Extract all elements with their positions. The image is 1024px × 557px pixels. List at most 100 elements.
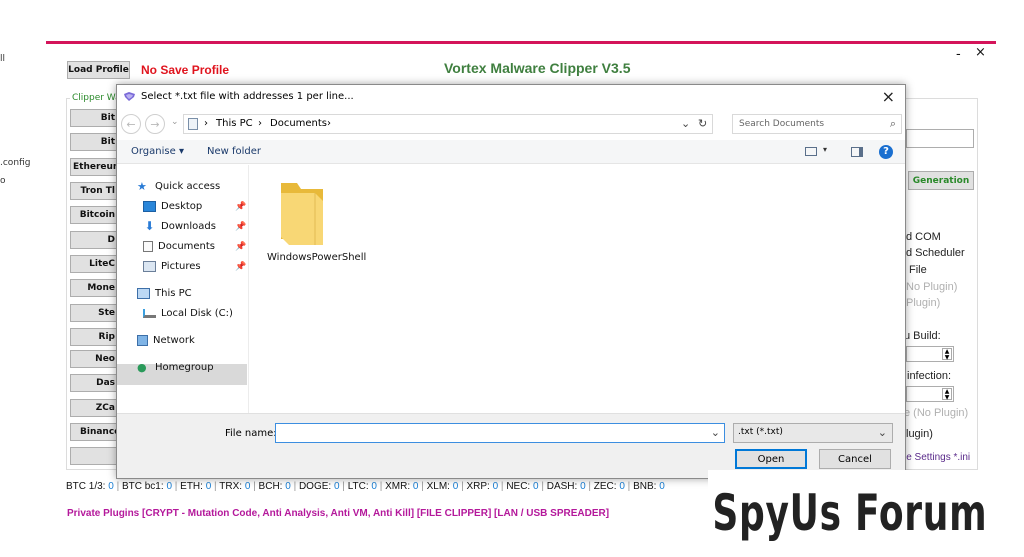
wallet-button-3[interactable]: Ethereum: [70, 158, 118, 176]
generation-button[interactable]: Generation: [908, 171, 974, 190]
minimize-button[interactable]: -: [956, 47, 961, 62]
back-icon[interactable]: ←: [121, 114, 141, 134]
wallet-button-13[interactable]: ZCa: [70, 399, 118, 417]
dropdown-chevron-icon[interactable]: ⌄: [681, 117, 690, 130]
nav-documents[interactable]: Documents: [143, 241, 215, 252]
folder-name-label[interactable]: WindowsPowerShell: [267, 252, 366, 264]
option-no-plugin-1: No Plugin): [906, 281, 958, 293]
nav-pictures[interactable]: Pictures: [143, 261, 201, 272]
option-no-plugin-2: e (No Plugin): [904, 407, 969, 419]
nav-downloads[interactable]: ⬇ Downloads: [143, 219, 216, 233]
download-arrow-icon: ⬇: [144, 219, 155, 233]
pin-icon[interactable]: 📌: [235, 242, 246, 252]
group-label: Clipper Wa: [70, 93, 123, 103]
status-label: LTC:: [347, 481, 369, 492]
infection-stepper[interactable]: ▲ ▼: [906, 386, 954, 402]
view-dropdown-icon[interactable]: ▾: [823, 145, 827, 154]
new-folder-button[interactable]: New folder: [207, 146, 261, 157]
wallet-button-6[interactable]: D: [70, 231, 118, 249]
star-icon: ★: [137, 180, 147, 193]
network-icon: [137, 335, 148, 346]
nav-label: Quick access: [155, 181, 221, 192]
chevron-down-icon[interactable]: ⌄: [878, 426, 887, 439]
search-box[interactable]: Search Documents ⌕: [732, 114, 902, 134]
cancel-button[interactable]: Cancel: [819, 449, 891, 469]
status-item: TRX: 0 |: [219, 481, 258, 492]
option-file[interactable]: File: [909, 264, 927, 276]
breadcrumb-this-pc[interactable]: This PC: [216, 118, 253, 129]
refresh-icon[interactable]: ↻: [698, 117, 707, 130]
right-input[interactable]: [906, 129, 974, 148]
accent-bar: [46, 41, 996, 44]
build-stepper[interactable]: ▲ ▼: [906, 346, 954, 362]
search-icon[interactable]: ⌕: [890, 117, 896, 131]
forum-watermark: SpyUs Forum: [708, 470, 987, 557]
nav-quick-access[interactable]: ★ Quick access: [137, 181, 220, 192]
pin-icon[interactable]: 📌: [235, 222, 246, 232]
settings-ini-link[interactable]: le Settings *.ini: [904, 452, 970, 463]
wallet-button-14[interactable]: Binance: [70, 423, 118, 441]
wallet-button-15[interactable]: [70, 447, 118, 465]
breadcrumb-documents[interactable]: Documents: [270, 118, 327, 129]
status-separator: |: [376, 481, 386, 492]
nav-this-pc[interactable]: This PC: [137, 288, 192, 299]
organise-menu[interactable]: Organise ▾: [131, 146, 184, 157]
stepper-arrows-icon[interactable]: ▲ ▼: [942, 348, 952, 361]
nav-local-disk[interactable]: Local Disk (C:): [143, 308, 233, 319]
wallet-button-12[interactable]: Das: [70, 374, 118, 392]
file-type-select[interactable]: .txt (*.txt) ⌄: [733, 423, 893, 443]
pin-icon[interactable]: 📌: [235, 262, 246, 272]
pin-icon[interactable]: 📌: [235, 202, 246, 212]
status-label: DOGE:: [298, 481, 332, 492]
status-bar: BTC 1/3: 0 | BTC bc1: 0 | ETH: 0 | TRX: …: [66, 481, 665, 492]
help-icon[interactable]: ?: [879, 145, 893, 159]
status-separator: |: [339, 481, 348, 492]
address-bar[interactable]: › This PC › Documents › ⌄ ↻: [183, 114, 713, 134]
wallet-button-11[interactable]: Neo: [70, 350, 118, 368]
option-com[interactable]: d COM: [906, 231, 941, 243]
wallet-button-8[interactable]: Mone: [70, 279, 118, 297]
wallet-button-4[interactable]: Tron Tl: [70, 182, 118, 200]
view-icon[interactable]: [805, 147, 817, 156]
status-separator: |: [624, 481, 634, 492]
chevron-down-icon[interactable]: ⌄: [711, 426, 720, 439]
desktop-icon: [143, 201, 156, 212]
homegroup-icon: ●: [137, 361, 147, 374]
wallet-button-7[interactable]: LiteC: [70, 255, 118, 273]
pc-icon: [188, 118, 198, 130]
search-input[interactable]: Search Documents: [739, 119, 824, 129]
status-label: XRP:: [466, 481, 490, 492]
dialog-toolbar: Organise ▾ New folder ▾ ?: [117, 140, 905, 164]
wallet-button-2[interactable]: Bit: [70, 133, 118, 151]
option-scheduler[interactable]: d Scheduler: [906, 247, 965, 259]
wallet-button-10[interactable]: Rip: [70, 328, 118, 346]
nav-label: Downloads: [161, 221, 216, 232]
file-name-input[interactable]: ⌄: [275, 423, 725, 443]
chevron-down-icon[interactable]: ⌄: [171, 117, 179, 127]
wallet-button-1[interactable]: Bit: [70, 109, 118, 127]
status-item: BNB: 0: [633, 481, 665, 492]
forward-icon[interactable]: →: [145, 114, 165, 134]
nav-desktop[interactable]: Desktop: [143, 201, 202, 212]
nav-homegroup[interactable]: ● Homegroup: [137, 362, 214, 373]
preview-pane-icon[interactable]: [851, 147, 863, 157]
status-label: XMR:: [385, 481, 411, 492]
document-icon: [143, 241, 153, 252]
nav-network[interactable]: Network: [137, 335, 195, 346]
load-profile-button[interactable]: Load Profile: [67, 61, 130, 79]
status-item: DASH: 0 |: [547, 481, 594, 492]
status-item: BTC bc1: 0 |: [122, 481, 180, 492]
option-plugin-2[interactable]: lugin): [906, 428, 933, 440]
wallet-button-9[interactable]: Ste: [70, 304, 118, 322]
close-button[interactable]: ×: [975, 45, 986, 60]
open-button[interactable]: Open: [735, 449, 807, 469]
dialog-close-icon[interactable]: ×: [882, 87, 895, 106]
stepper-arrows-icon[interactable]: ▲ ▼: [942, 388, 952, 401]
folder-icon[interactable]: [279, 179, 325, 247]
wallet-button-5[interactable]: Bitcoin: [70, 206, 118, 224]
status-value: 0: [659, 481, 665, 492]
breadcrumb-sep-icon: ›: [327, 118, 331, 129]
status-label: NEC:: [506, 481, 531, 492]
status-separator: |: [250, 481, 259, 492]
nav-label: Homegroup: [155, 362, 214, 373]
